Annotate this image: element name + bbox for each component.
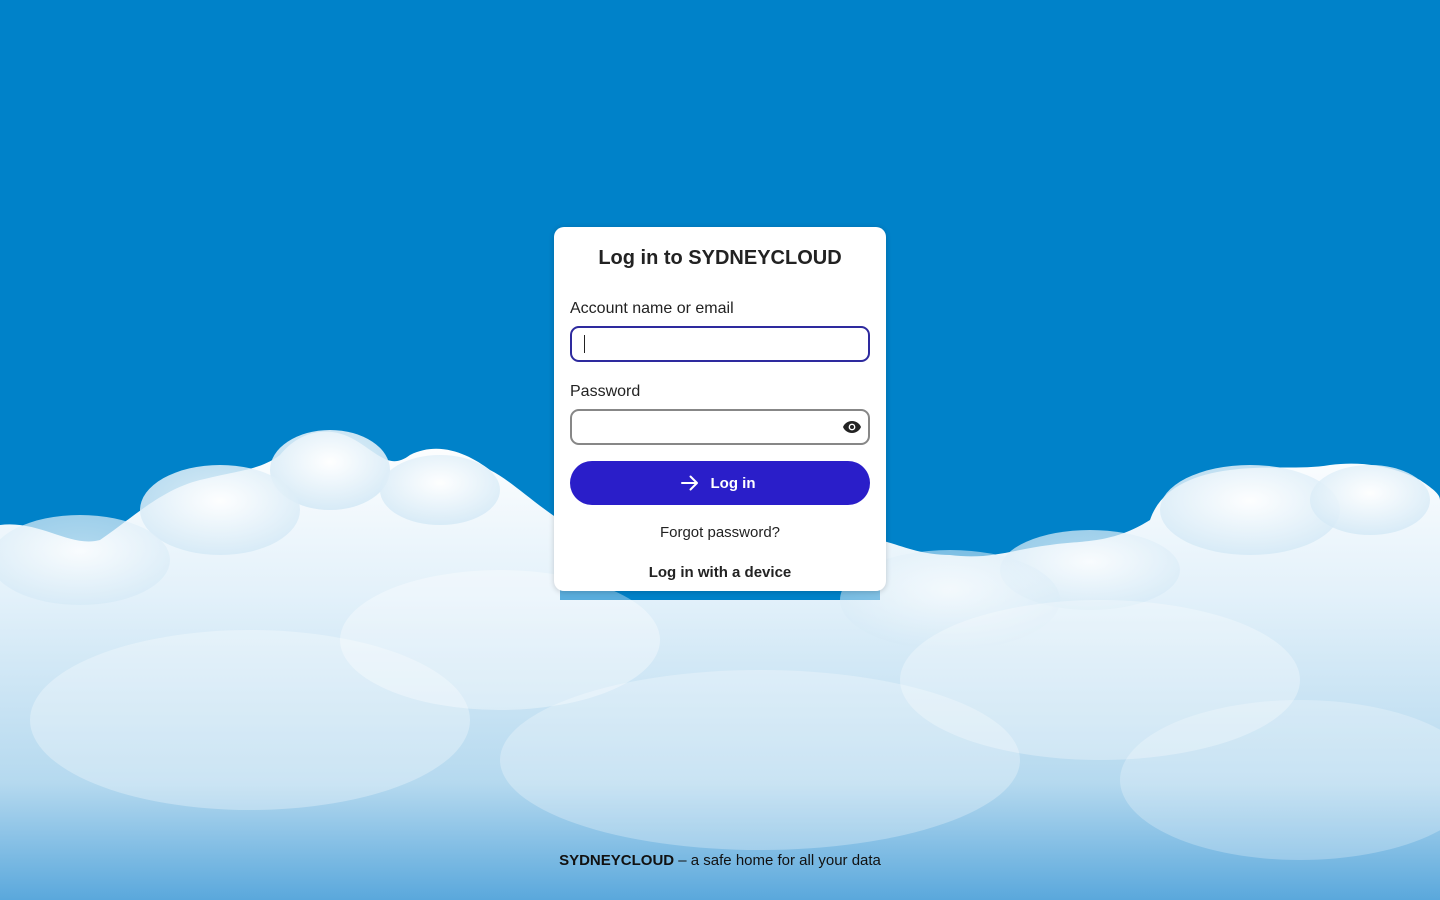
footer-tagline: – a safe home for all your data [674, 852, 881, 869]
eye-icon [843, 421, 861, 433]
password-label: Password [570, 383, 641, 400]
show-password-button[interactable] [840, 415, 864, 439]
account-name-input[interactable] [570, 326, 870, 362]
login-button-label: Log in [710, 474, 756, 492]
account-name-label: Account name or email [570, 300, 734, 317]
login-button[interactable]: Log in [570, 461, 870, 505]
login-card: Log in to SYDNEYCLOUD Account name or em… [554, 227, 886, 591]
text-caret [584, 335, 585, 353]
footer-brand: SYDNEYCLOUD [559, 852, 675, 869]
account-input-wrapper [570, 326, 870, 362]
password-input-wrapper [570, 409, 870, 445]
device-login-link[interactable]: Log in with a device [570, 564, 870, 582]
arrow-right-icon [680, 475, 699, 491]
forgot-password-link[interactable]: Forgot password? [570, 524, 870, 542]
login-title: Log in to SYDNEYCLOUD [598, 247, 842, 269]
password-input[interactable] [570, 409, 870, 445]
footer: SYDNEYCLOUD – a safe home for all your d… [0, 852, 1440, 870]
